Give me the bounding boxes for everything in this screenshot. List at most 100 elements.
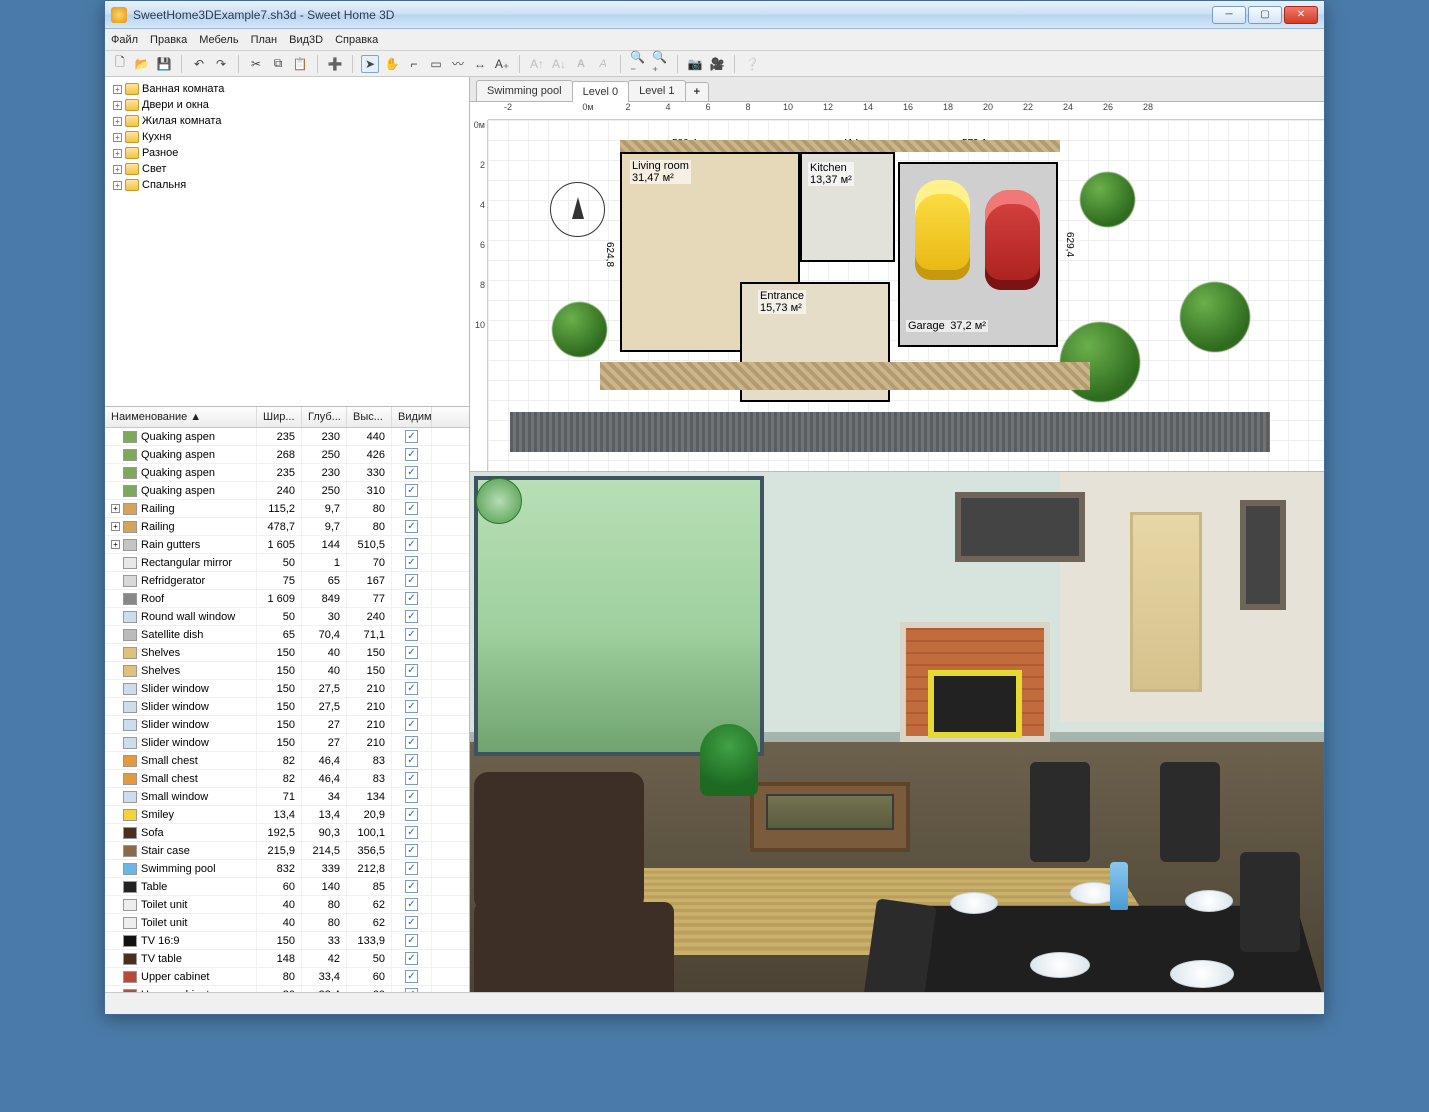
tab-level[interactable]: Level 0 bbox=[572, 81, 629, 102]
visible-checkbox[interactable]: ✓ bbox=[405, 988, 418, 992]
room-tool[interactable]: ▭ bbox=[427, 55, 445, 73]
table-row[interactable]: Refridgerator7565167✓ bbox=[105, 572, 469, 590]
save-button[interactable]: 💾 bbox=[155, 55, 173, 73]
table-row[interactable]: Rectangular mirror50170✓ bbox=[105, 554, 469, 572]
pan-tool[interactable]: ✋ bbox=[383, 55, 401, 73]
col-height[interactable]: Выс... bbox=[347, 407, 392, 427]
bold-button[interactable]: A bbox=[572, 55, 590, 73]
visible-checkbox[interactable]: ✓ bbox=[405, 502, 418, 515]
add-furniture-button[interactable]: ➕ bbox=[326, 55, 344, 73]
visible-checkbox[interactable]: ✓ bbox=[405, 898, 418, 911]
minimize-button[interactable]: ─ bbox=[1212, 6, 1246, 24]
visible-checkbox[interactable]: ✓ bbox=[405, 700, 418, 713]
expand-icon[interactable]: + bbox=[113, 133, 122, 142]
table-row[interactable]: Round wall window5030240✓ bbox=[105, 608, 469, 626]
view-3d[interactable] bbox=[470, 472, 1324, 992]
visible-checkbox[interactable]: ✓ bbox=[405, 790, 418, 803]
menu-правка[interactable]: Правка bbox=[150, 34, 187, 46]
expand-icon[interactable]: + bbox=[113, 85, 122, 94]
tree-node[interactable]: +Ванная комната bbox=[109, 81, 465, 97]
table-row[interactable]: Small window7134134✓ bbox=[105, 788, 469, 806]
col-visible[interactable]: Видимо... bbox=[392, 407, 432, 427]
cut-button[interactable]: ✂ bbox=[247, 55, 265, 73]
visible-checkbox[interactable]: ✓ bbox=[405, 772, 418, 785]
visible-checkbox[interactable]: ✓ bbox=[405, 808, 418, 821]
expand-icon[interactable]: + bbox=[113, 149, 122, 158]
select-tool[interactable]: ➤ bbox=[361, 55, 379, 73]
table-row[interactable]: Small chest8246,483✓ bbox=[105, 770, 469, 788]
italic-button[interactable]: A bbox=[594, 55, 612, 73]
furniture-table[interactable]: Наименование ▲ Шир... Глуб... Выс... Вид… bbox=[105, 407, 469, 992]
visible-checkbox[interactable]: ✓ bbox=[405, 484, 418, 497]
text-size-down[interactable]: A↓ bbox=[550, 55, 568, 73]
paste-button[interactable]: 📋 bbox=[291, 55, 309, 73]
visible-checkbox[interactable]: ✓ bbox=[405, 718, 418, 731]
table-row[interactable]: Swimming pool832339212,8✓ bbox=[105, 860, 469, 878]
tab-level[interactable]: Level 1 bbox=[628, 80, 685, 101]
visible-checkbox[interactable]: ✓ bbox=[405, 952, 418, 965]
visible-checkbox[interactable]: ✓ bbox=[405, 520, 418, 533]
menu-файл[interactable]: Файл bbox=[111, 34, 138, 46]
visible-checkbox[interactable]: ✓ bbox=[405, 646, 418, 659]
menu-план[interactable]: План bbox=[251, 34, 278, 46]
table-row[interactable]: Upper cabinet8033,460✓ bbox=[105, 968, 469, 986]
text-size-up[interactable]: A↑ bbox=[528, 55, 546, 73]
polyline-tool[interactable]: 〰 bbox=[449, 55, 467, 73]
tree-node[interactable]: +Разное bbox=[109, 145, 465, 161]
table-row[interactable]: Slider window15027210✓ bbox=[105, 716, 469, 734]
visible-checkbox[interactable]: ✓ bbox=[405, 628, 418, 641]
tree-node[interactable]: +Жилая комната bbox=[109, 113, 465, 129]
wall-tool[interactable]: ⌐ bbox=[405, 55, 423, 73]
visible-checkbox[interactable]: ✓ bbox=[405, 592, 418, 605]
table-row[interactable]: TV 16:915033133,9✓ bbox=[105, 932, 469, 950]
table-row[interactable]: Table6014085✓ bbox=[105, 878, 469, 896]
table-row[interactable]: Toilet unit408062✓ bbox=[105, 914, 469, 932]
visible-checkbox[interactable]: ✓ bbox=[405, 574, 418, 587]
table-row[interactable]: Small chest8246,483✓ bbox=[105, 752, 469, 770]
expand-icon[interactable]: + bbox=[113, 181, 122, 190]
table-row[interactable]: Roof1 60984977✓ bbox=[105, 590, 469, 608]
table-row[interactable]: Toilet unit408062✓ bbox=[105, 896, 469, 914]
undo-button[interactable]: ↶ bbox=[190, 55, 208, 73]
col-width[interactable]: Шир... bbox=[257, 407, 302, 427]
visible-checkbox[interactable]: ✓ bbox=[405, 754, 418, 767]
table-row[interactable]: Stair case215,9214,5356,5✓ bbox=[105, 842, 469, 860]
tree-node[interactable]: +Двери и окна bbox=[109, 97, 465, 113]
tree-node[interactable]: +Свет bbox=[109, 161, 465, 177]
open-button[interactable]: 📂 bbox=[133, 55, 151, 73]
plan-view[interactable]: -20м246810121416182022242628 0м246810 Li… bbox=[470, 102, 1324, 472]
menu-вид3d[interactable]: Вид3D bbox=[289, 34, 323, 46]
table-row[interactable]: +Rain gutters1 605144510,5✓ bbox=[105, 536, 469, 554]
expand-icon[interactable]: + bbox=[113, 117, 122, 126]
visible-checkbox[interactable]: ✓ bbox=[405, 664, 418, 677]
visible-checkbox[interactable]: ✓ bbox=[405, 862, 418, 875]
visible-checkbox[interactable]: ✓ bbox=[405, 934, 418, 947]
visible-checkbox[interactable]: ✓ bbox=[405, 880, 418, 893]
furniture-catalog-tree[interactable]: +Ванная комната+Двери и окна+Жилая комна… bbox=[105, 77, 469, 407]
table-row[interactable]: TV table1484250✓ bbox=[105, 950, 469, 968]
maximize-button[interactable]: ▢ bbox=[1248, 6, 1282, 24]
table-row[interactable]: Quaking aspen268250426✓ bbox=[105, 446, 469, 464]
table-row[interactable]: Satellite dish6570,471,1✓ bbox=[105, 626, 469, 644]
visible-checkbox[interactable]: ✓ bbox=[405, 430, 418, 443]
menu-справка[interactable]: Справка bbox=[335, 34, 378, 46]
table-row[interactable]: Quaking aspen235230330✓ bbox=[105, 464, 469, 482]
redo-button[interactable]: ↷ bbox=[212, 55, 230, 73]
table-row[interactable]: Upper cabinet8033,460✓ bbox=[105, 986, 469, 992]
video-button[interactable]: 🎥 bbox=[708, 55, 726, 73]
dimension-tool[interactable]: ↔ bbox=[471, 55, 489, 73]
tab-level[interactable]: Swimming pool bbox=[476, 80, 573, 101]
table-header[interactable]: Наименование ▲ Шир... Глуб... Выс... Вид… bbox=[105, 407, 469, 428]
table-row[interactable]: Slider window15027,5210✓ bbox=[105, 680, 469, 698]
table-row[interactable]: Slider window15027210✓ bbox=[105, 734, 469, 752]
col-depth[interactable]: Глуб... bbox=[302, 407, 347, 427]
tab-add[interactable]: + bbox=[685, 82, 709, 101]
tree-node[interactable]: +Кухня bbox=[109, 129, 465, 145]
visible-checkbox[interactable]: ✓ bbox=[405, 844, 418, 857]
photo-button[interactable]: 📷 bbox=[686, 55, 704, 73]
table-row[interactable]: Shelves15040150✓ bbox=[105, 662, 469, 680]
copy-button[interactable]: ⧉ bbox=[269, 55, 287, 73]
table-row[interactable]: +Railing115,29,780✓ bbox=[105, 500, 469, 518]
table-row[interactable]: Smiley13,413,420,9✓ bbox=[105, 806, 469, 824]
col-name[interactable]: Наименование ▲ bbox=[105, 407, 257, 427]
